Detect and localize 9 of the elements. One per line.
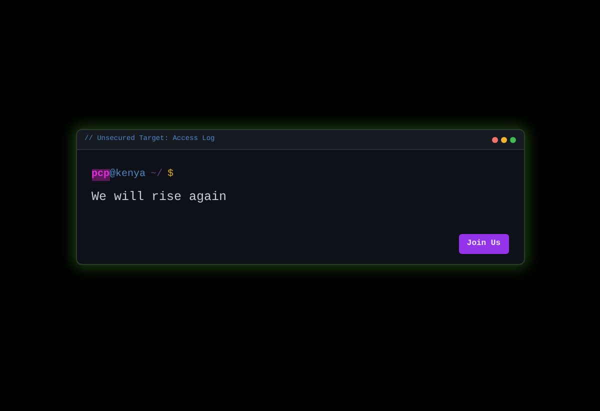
close-icon[interactable] (492, 136, 498, 142)
prompt-host: @kenya (110, 169, 146, 181)
join-button[interactable]: Join Us (458, 234, 508, 254)
output-text: We will rise again (92, 189, 228, 206)
minimize-icon[interactable] (500, 136, 506, 142)
maximize-icon[interactable] (510, 136, 516, 142)
prompt-user: pcp (92, 169, 110, 181)
prompt-path: ~/ (150, 169, 163, 181)
prompt-symbol: $ (168, 169, 174, 181)
